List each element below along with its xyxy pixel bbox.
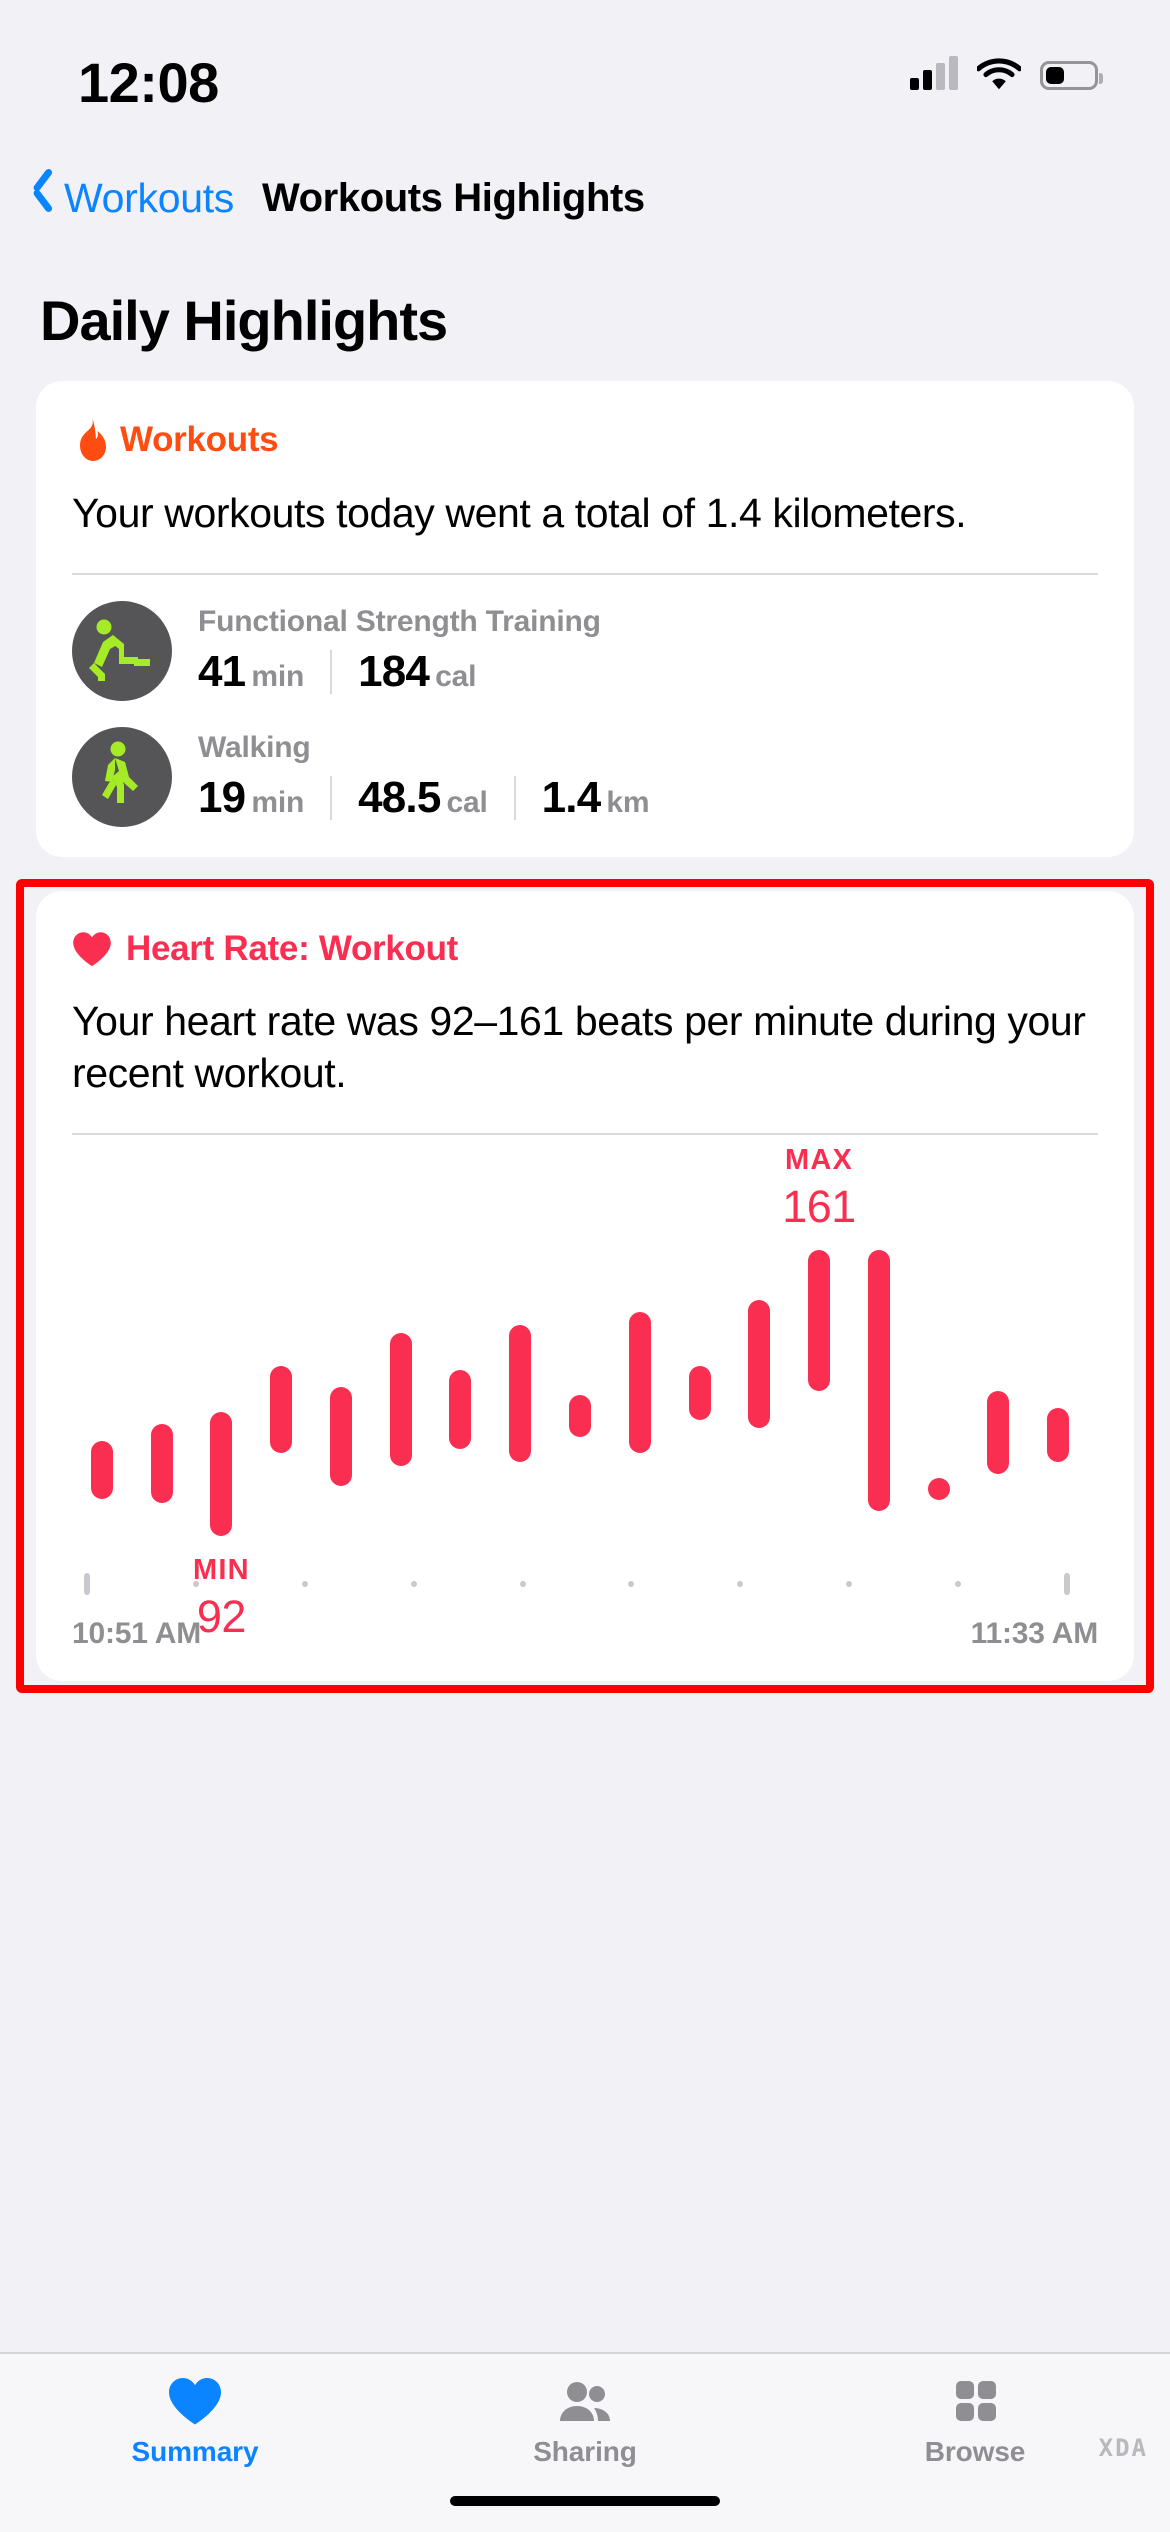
section-heading: Daily Highlights xyxy=(40,289,448,352)
status-bar: 12:08 xyxy=(0,0,1170,150)
chart-bar xyxy=(569,1395,591,1437)
axis-tick xyxy=(301,1581,308,1588)
functional-strength-training-icon xyxy=(72,601,172,702)
chart-bar xyxy=(90,1440,113,1499)
chart-bar xyxy=(389,1333,412,1466)
stat-unit: cal xyxy=(446,786,488,820)
axis-tick xyxy=(628,1581,635,1588)
heart-rate-card-label: Heart Rate: Workout xyxy=(126,929,459,969)
chart-axis-ticks xyxy=(72,1573,1098,1596)
tab-browse-label: Browse xyxy=(924,2436,1026,2467)
heart-filled-icon xyxy=(166,2378,224,2426)
stat-unit: km xyxy=(606,786,650,820)
stat-separator xyxy=(513,776,516,821)
chart-bars xyxy=(72,1221,1098,1565)
max-value: 161 xyxy=(782,1181,856,1233)
axis-tick xyxy=(955,1581,962,1588)
workout-name: Functional Strength Training xyxy=(198,605,601,639)
chart-bar xyxy=(329,1386,352,1487)
workouts-card-label: Workouts xyxy=(120,420,279,459)
chart-bar xyxy=(688,1366,711,1421)
back-button-label: Workouts xyxy=(64,174,235,221)
chart-bar xyxy=(449,1370,472,1450)
workout-stat: 41 min xyxy=(198,647,304,697)
workout-row[interactable]: Functional Strength Training 41 min 184 … xyxy=(72,575,1098,702)
chart-bar xyxy=(270,1366,293,1454)
axis-tick xyxy=(737,1581,744,1588)
workout-stat: 1.4 km xyxy=(542,773,650,823)
axis-tick xyxy=(192,1581,199,1588)
chart-bar xyxy=(987,1391,1010,1474)
status-bar-clock: 12:08 xyxy=(78,51,219,114)
workouts-card-description: Your workouts today went a total of 1.4 … xyxy=(72,490,967,536)
stat-value: 19 xyxy=(198,773,246,823)
chart-bar xyxy=(867,1250,890,1512)
tab-sharing[interactable]: Sharing xyxy=(390,2378,780,2468)
chevron-left-icon xyxy=(30,177,54,219)
divider xyxy=(72,1133,1098,1136)
chart-bar xyxy=(509,1324,532,1462)
wifi-icon xyxy=(975,56,1023,90)
heart-rate-highlight-card[interactable]: Heart Rate: Workout Your heart rate was … xyxy=(36,891,1134,1682)
workout-stat: 184 cal xyxy=(358,647,476,697)
navigation-bar: Workouts Workouts Highlights xyxy=(0,150,1170,246)
stat-value: 184 xyxy=(358,647,430,697)
heart-rate-card-header: Heart Rate: Workout xyxy=(72,929,1098,969)
grid-squares-icon xyxy=(946,2378,1004,2426)
heart-rate-chart[interactable]: MAX 161 MIN 92 10:51 AM 11:33 AM xyxy=(72,1146,1098,1651)
workout-stat: 48.5 cal xyxy=(358,773,488,823)
axis-tick xyxy=(84,1573,90,1596)
page-title: Workouts Highlights xyxy=(262,175,645,220)
chart-bar xyxy=(1047,1407,1070,1462)
chart-bar xyxy=(808,1250,831,1392)
walking-icon xyxy=(72,727,172,828)
battery-icon xyxy=(1040,61,1103,90)
axis-tick xyxy=(519,1581,526,1588)
workouts-card-header: Workouts xyxy=(72,419,1098,461)
tab-sharing-label: Sharing xyxy=(533,2436,637,2467)
stat-value: 1.4 xyxy=(541,773,602,823)
stat-value: 48.5 xyxy=(358,773,441,823)
workout-stats: 19 min 48.5 cal 1.4 km xyxy=(198,773,1098,823)
workouts-highlight-card[interactable]: Workouts Your workouts today went a tota… xyxy=(36,381,1134,858)
workout-name: Walking xyxy=(198,731,311,765)
back-button[interactable]: Workouts xyxy=(30,175,234,222)
axis-start-label: 10:51 AM xyxy=(72,1617,202,1651)
heart-rate-card-highlight-wrapper: Heart Rate: Workout Your heart rate was … xyxy=(0,879,1170,1694)
home-indicator[interactable] xyxy=(450,2496,720,2506)
max-caption: MAX xyxy=(785,1144,854,1177)
page-content: Daily Highlights Workouts Your workouts … xyxy=(0,246,1170,1694)
axis-tick xyxy=(1064,1573,1070,1596)
workout-row-body: Functional Strength Training 41 min 184 … xyxy=(198,605,1098,697)
workout-row[interactable]: Walking 19 min 48.5 cal 1.4 km xyxy=(72,701,1098,828)
chart-max-annotation: MAX 161 xyxy=(739,1144,899,1233)
chart-bar xyxy=(628,1312,651,1454)
stat-unit: min xyxy=(251,786,305,820)
axis-tick xyxy=(410,1581,417,1588)
cellular-signal-icon xyxy=(910,56,958,90)
stat-value: 41 xyxy=(198,647,246,697)
workout-stat: 19 min xyxy=(198,773,304,823)
workout-stats: 41 min 184 cal xyxy=(198,647,1098,697)
people-icon xyxy=(556,2378,614,2426)
status-bar-indicators xyxy=(910,56,1103,90)
heart-rate-card-description: Your heart rate was 92–161 beats per min… xyxy=(72,998,1086,1097)
chart-bar xyxy=(927,1478,950,1501)
chart-bar xyxy=(748,1299,771,1429)
stat-separator xyxy=(330,650,333,695)
watermark: XDA xyxy=(1098,2434,1148,2462)
chart-bar xyxy=(210,1411,233,1537)
stat-separator xyxy=(330,776,333,821)
chart-axis-labels: 10:51 AM 11:33 AM xyxy=(72,1617,1098,1651)
stat-unit: min xyxy=(251,660,305,694)
axis-end-label: 11:33 AM xyxy=(970,1617,1099,1651)
stat-unit: cal xyxy=(435,660,477,694)
heart-icon xyxy=(72,931,112,967)
tab-summary[interactable]: Summary xyxy=(0,2378,390,2468)
chart-bar xyxy=(150,1424,173,1503)
workout-row-body: Walking 19 min 48.5 cal 1.4 km xyxy=(198,731,1098,823)
axis-tick xyxy=(846,1581,853,1588)
flame-icon xyxy=(72,419,106,461)
tab-summary-label: Summary xyxy=(131,2436,259,2467)
